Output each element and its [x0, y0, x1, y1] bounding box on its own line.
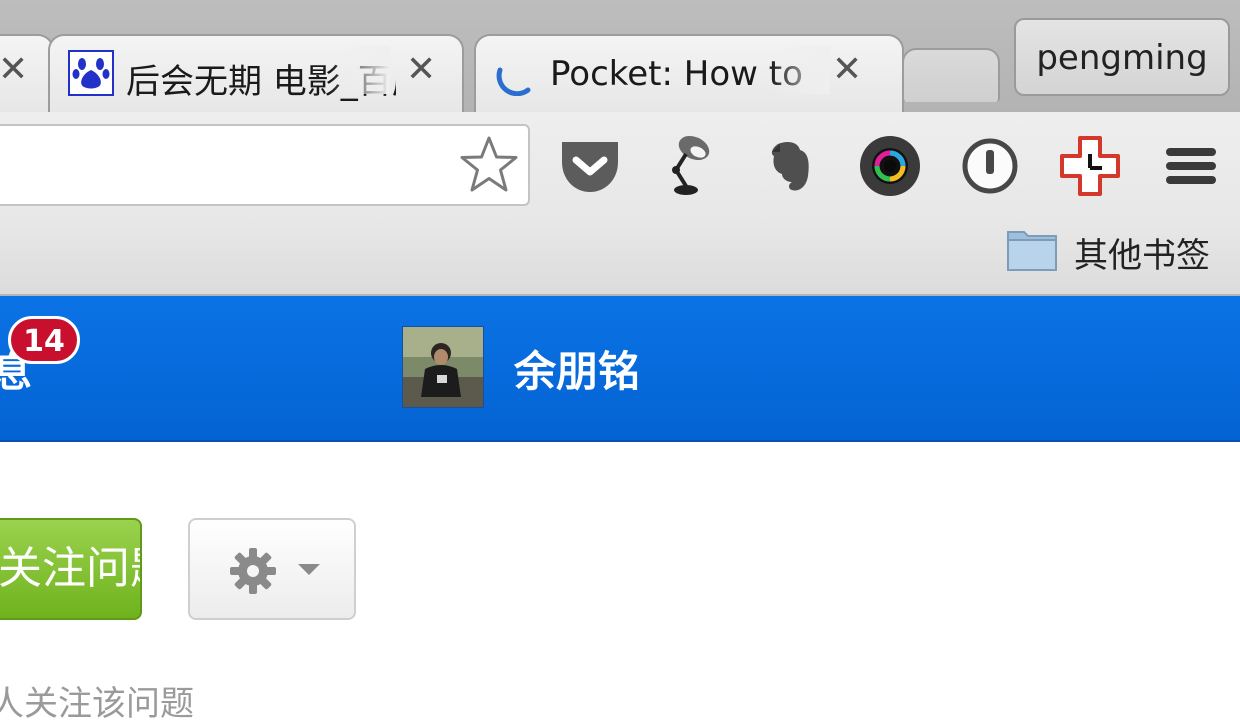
tab-baidu[interactable]: 后会无期 电影_百度 ✕	[48, 34, 464, 116]
username[interactable]: 余朋铭	[514, 338, 640, 399]
tab-close-icon[interactable]: ✕	[0, 49, 28, 90]
tab-pocket[interactable]: Pocket: How to ✕	[474, 34, 904, 116]
pocket-loading-icon	[494, 56, 534, 97]
tab-title: Pocket: How to	[550, 54, 803, 94]
pocket-icon[interactable]	[558, 134, 622, 198]
notification-badge[interactable]: 14	[8, 316, 80, 364]
avatar[interactable]	[402, 326, 484, 408]
tab-close-icon[interactable]: ✕	[406, 49, 436, 90]
lamp-icon[interactable]	[656, 134, 720, 198]
follower-count[interactable]: 人关注该问题	[0, 676, 194, 725]
follow-question-button[interactable]: 关注问题	[0, 518, 142, 620]
tab-previous[interactable]: ✕	[0, 34, 54, 116]
1password-icon[interactable]	[958, 134, 1022, 198]
settings-dropdown-button[interactable]	[188, 518, 356, 620]
menu-icon[interactable]	[1160, 134, 1224, 198]
new-tab-button[interactable]	[902, 48, 1000, 102]
tab-close-icon[interactable]: ✕	[832, 49, 862, 90]
browser-toolbar	[0, 112, 1240, 224]
site-header: 息 14 余朋铭	[0, 296, 1240, 442]
folder-icon[interactable]	[1006, 226, 1058, 272]
bookmarks-bar: 其他书签	[0, 224, 1240, 296]
timer-cross-icon[interactable]	[1058, 134, 1122, 198]
baidu-paw-icon	[68, 50, 114, 96]
address-bar[interactable]	[0, 124, 530, 206]
bookmark-star-icon[interactable]	[458, 134, 520, 196]
profile-button[interactable]: pengming	[1014, 18, 1230, 96]
tab-strip: ✕ 后会无期 电影_百度 ✕ Pocket: How to ✕ pengming	[0, 0, 1240, 116]
bookmark-folder-label[interactable]: 其他书签	[1074, 228, 1210, 277]
evernote-icon[interactable]	[758, 134, 822, 198]
gear-icon	[230, 548, 276, 594]
camera-lens-icon[interactable]	[858, 134, 922, 198]
chevron-down-icon	[298, 564, 320, 575]
